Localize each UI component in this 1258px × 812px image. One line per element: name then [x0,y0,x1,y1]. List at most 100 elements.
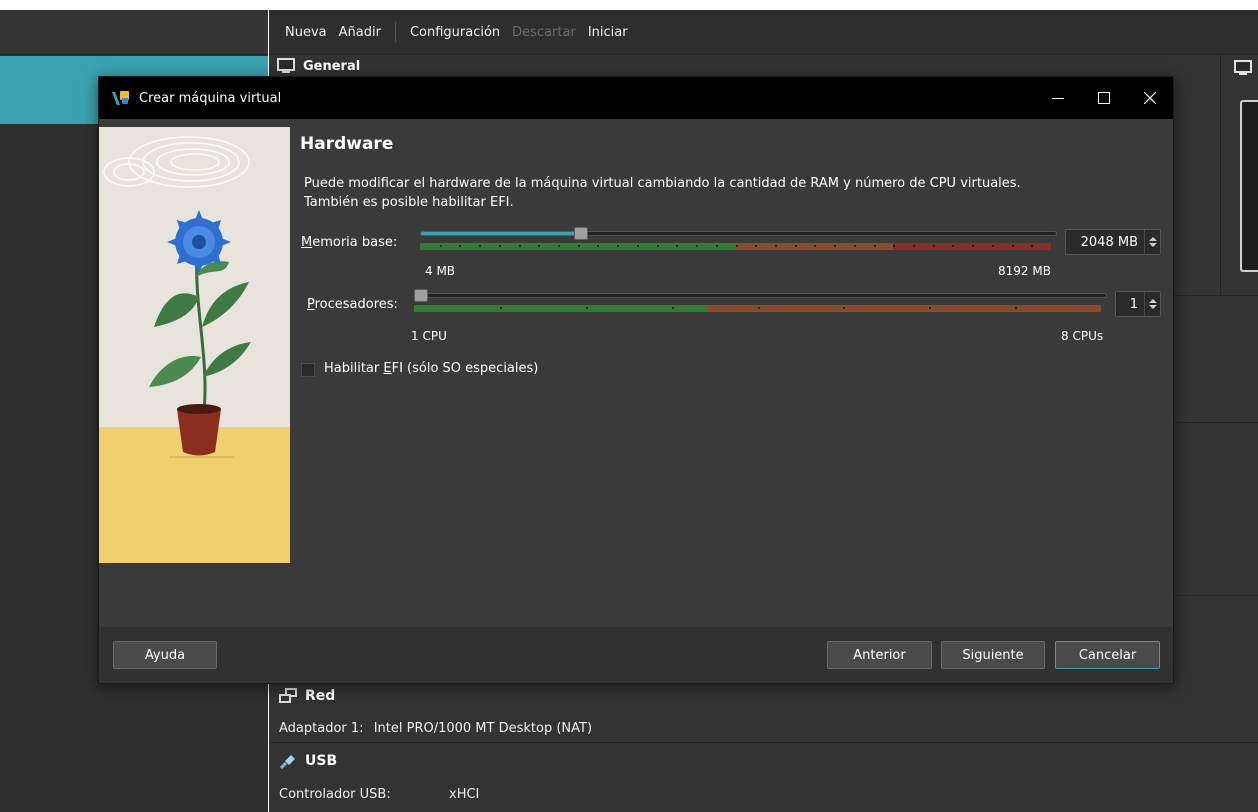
memory-slider-handle[interactable] [574,227,589,240]
next-button[interactable]: Siguiente [941,641,1045,669]
usb-section-header[interactable]: USB [279,753,337,769]
slider-tick [671,307,674,309]
cpu-min-label: 1 CPU [411,329,447,343]
back-button[interactable]: Anterior [827,641,932,669]
slider-tick [774,245,777,247]
spin-up-icon[interactable] [1148,237,1157,241]
step-heading: Hardware [300,134,394,154]
spin-down-icon[interactable] [1148,305,1157,309]
slider-tick [479,245,482,247]
help-button-label: Ayuda [144,647,186,663]
cpu-spin-arrows[interactable] [1144,292,1160,316]
slider-tick [735,245,738,247]
efi-checkbox[interactable] [301,363,315,377]
slider-tick [952,245,955,247]
memory-label: Memoria base: [301,235,397,250]
maximize-icon[interactable] [1081,77,1127,119]
cancel-button[interactable]: Cancelar [1055,641,1160,669]
network-section-title: Red [305,688,336,704]
usb-icon [279,755,295,769]
slider-tick [1011,245,1014,247]
usb-controller-row: Controlador USB: xHCI [279,787,479,802]
preview-monitor-icon [1234,60,1252,75]
discard-button[interactable]: Descartar [512,25,576,40]
slider-tick [972,245,975,247]
efi-label-accel: E [383,361,392,376]
network-adapter-label: Adaptador 1: [279,721,364,736]
sidebar-tools-header[interactable] [0,10,268,55]
window-controls [1035,77,1173,119]
dialog-titlebar[interactable]: Crear máquina virtual [99,77,1173,119]
memory-slider[interactable] [420,227,1057,251]
close-icon[interactable] [1127,77,1173,119]
add-button[interactable]: Añadir [339,25,381,40]
cpu-value[interactable]: 1 [1116,297,1144,312]
network-adapter-row: Adaptador 1: Intel PRO/1000 MT Desktop (… [279,721,592,736]
memory-spinbox[interactable]: 2048 MB [1065,229,1161,255]
network-icon [279,688,297,703]
slider-tick [1015,307,1018,309]
cpu-label-text: rocesadores: [314,297,398,312]
monitor-icon [277,58,295,73]
slider-tick [597,245,600,247]
slider-tick [518,245,521,247]
spin-down-icon[interactable] [1148,243,1157,247]
new-button[interactable]: Nueva [285,25,327,40]
memory-value[interactable]: 2048 MB [1066,235,1144,250]
network-adapter-value: Intel PRO/1000 MT Desktop (NAT) [373,721,593,736]
manager-toolbar: Nueva Añadir Configuración Descartar Ini… [269,10,1258,55]
wizard-flower-illustration [99,127,290,563]
slider-tick [656,245,659,247]
step-description: Puede modificar el hardware de la máquin… [304,176,1021,210]
cpu-max-label: 8 CPUs [1061,329,1104,343]
dialog-title: Crear máquina virtual [139,90,282,106]
slider-tick [794,245,797,247]
memory-label-accel: M [301,235,313,250]
slider-tick [696,245,699,247]
preview-thumbnail [1240,100,1258,272]
spin-up-icon[interactable] [1148,299,1157,303]
cpu-label-accel: P [307,297,315,312]
cpu-spinbox[interactable]: 1 [1115,291,1161,317]
slider-tick [834,245,837,247]
efi-checkbox-label[interactable]: Habilitar EFI (sólo SO especiales) [324,361,538,376]
top-strip [0,0,1258,10]
slider-tick [585,307,588,309]
preview-divider [1220,55,1221,295]
memory-min-label: 4 MB [425,264,456,278]
slider-tick [617,245,620,247]
dialog-body: Hardware Puede modificar el hardware de … [99,119,1173,627]
section-divider [1174,595,1258,596]
virtualbox-logo-icon [112,91,129,105]
memory-slider-fill [421,232,576,235]
slider-tick [499,307,502,309]
memory-slider-ticks [420,243,1051,247]
network-section-header[interactable]: Red [279,688,335,704]
start-button[interactable]: Iniciar [588,25,628,40]
settings-button[interactable]: Configuración [410,25,500,40]
next-button-label: Siguiente [962,647,1024,663]
slider-tick [558,245,561,247]
section-divider [1174,422,1258,423]
cpu-slider-handle[interactable] [414,289,428,302]
slider-tick [577,245,580,247]
usb-section-title: USB [305,753,338,769]
cpu-slider[interactable] [414,289,1107,313]
slider-tick [757,307,760,309]
help-button[interactable]: Ayuda [113,641,217,669]
slider-tick [755,245,758,247]
slider-tick [912,245,915,247]
slider-tick [991,245,994,247]
general-section-header[interactable]: General [277,58,360,74]
slider-tick [814,245,817,247]
section-divider [269,742,1258,743]
minimize-icon[interactable] [1035,77,1081,119]
memory-spin-arrows[interactable] [1144,230,1160,254]
efi-label-post: FI (sólo SO especiales) [391,361,539,376]
back-button-label: Anterior [853,647,906,663]
usb-controller-value: xHCI [449,787,480,802]
slider-tick [439,245,442,247]
slider-tick [636,245,639,247]
memory-label-text: emoria base: [312,235,398,250]
create-vm-dialog: Crear máquina virtual Hardware Puede mod… [98,76,1174,684]
